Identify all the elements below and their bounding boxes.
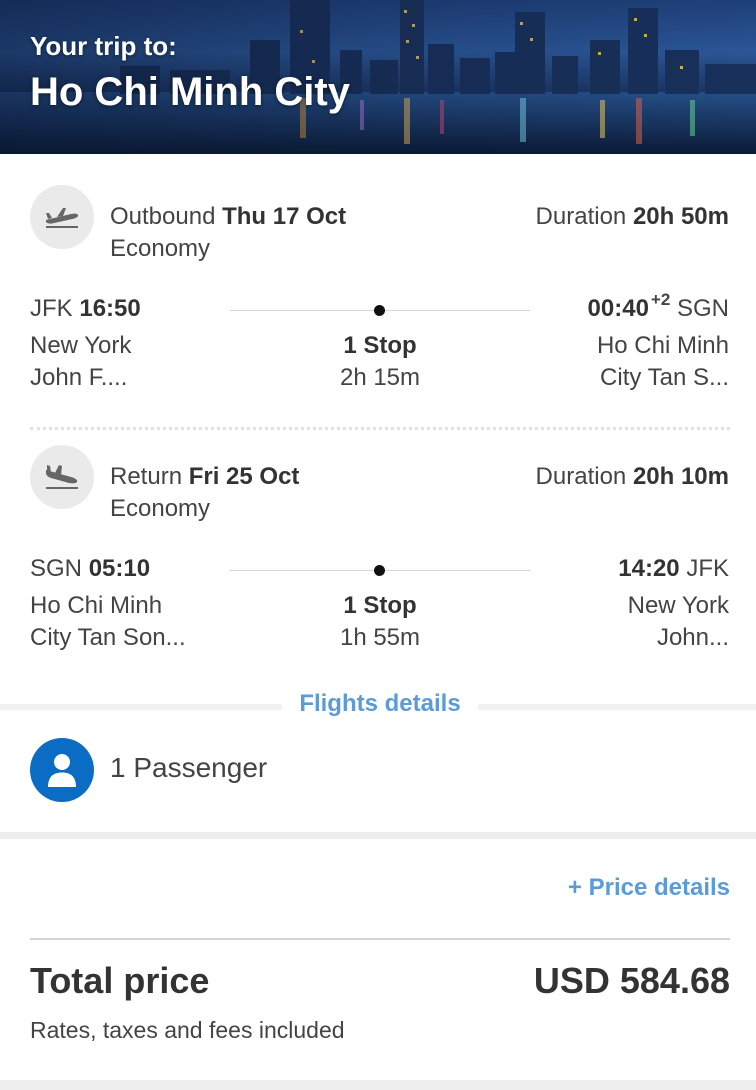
outbound-label: Outbound — [110, 203, 216, 230]
outbound-arrive-code: SGN — [676, 295, 729, 322]
outbound-depart-code: JFK — [30, 295, 73, 322]
return-duration-value: 20h 10m — [632, 463, 729, 490]
trip-header-banner: Your trip to: Ho Chi Minh City — [0, 0, 756, 154]
return-route-line — [230, 565, 530, 576]
return-arrival-time: 14:20 JFK — [618, 555, 729, 583]
total-price-value: USD 584.68 — [533, 960, 730, 1001]
outbound-depart-city: New York — [30, 332, 132, 359]
price-details-link[interactable]: + Price details — [568, 874, 730, 902]
fees-note: Rates, taxes and fees included — [30, 1017, 345, 1043]
plane-landing-icon — [30, 445, 94, 509]
return-title: Return Fri 25 Oct — [110, 463, 299, 491]
user-icon — [30, 738, 94, 802]
outbound-stop-duration: 2h 15m — [339, 364, 421, 391]
stop-dot — [374, 305, 385, 316]
duration-label: Duration — [535, 203, 627, 230]
outbound-duration: Duration 20h 50m — [536, 203, 729, 231]
day-offset-badge: +2 — [650, 290, 671, 309]
bottom-separator — [0, 1080, 756, 1090]
outbound-date: Thu 17 Oct — [222, 203, 347, 230]
plane-takeoff-icon — [30, 185, 94, 249]
outbound-arrival-time: 00:40 +2 SGN — [587, 290, 729, 323]
return-arrive-city: New York — [627, 592, 729, 619]
outbound-depart-airport: John F.... — [30, 364, 128, 391]
outbound-arrive-time: 00:40 — [587, 295, 649, 322]
outbound-depart-time: 16:50 — [79, 295, 141, 322]
total-price-label: Total price — [30, 960, 210, 1001]
return-duration: Duration 20h 10m — [536, 463, 729, 491]
outbound-route-line — [230, 305, 530, 316]
return-depart-city: Ho Chi Minh — [30, 592, 163, 619]
outbound-cabin: Economy — [110, 235, 211, 262]
outbound-stops: 1 Stop — [343, 332, 417, 359]
outbound-arrive-city: Ho Chi Minh — [596, 332, 729, 359]
return-arrive-airport: John... — [656, 624, 729, 651]
outbound-departure-time: JFK 16:50 — [30, 295, 141, 323]
outbound-duration-value: 20h 50m — [632, 203, 729, 230]
section-separator — [0, 832, 756, 839]
return-label: Return — [110, 463, 183, 490]
return-depart-airport: City Tan Son... — [30, 624, 186, 651]
trip-pretitle: Your trip to: — [30, 31, 177, 61]
return-depart-time: 05:10 — [88, 555, 151, 582]
destination-city-title: Ho Chi Minh City — [30, 70, 350, 114]
return-date: Fri 25 Oct — [188, 463, 300, 490]
flights-details-divider-left — [0, 704, 282, 710]
return-depart-code: SGN — [30, 555, 83, 582]
return-arrive-time: 14:20 — [618, 555, 680, 582]
return-cabin: Economy — [110, 495, 211, 522]
return-stops: 1 Stop — [343, 592, 417, 619]
outbound-title: Outbound Thu 17 Oct — [110, 203, 346, 231]
stop-dot — [374, 565, 385, 576]
flights-details-link[interactable]: Flights details — [282, 690, 478, 718]
duration-label: Duration — [535, 463, 627, 490]
flights-details-divider-right — [478, 704, 756, 710]
return-departure-time: SGN 05:10 — [30, 555, 150, 583]
passenger-count: 1 Passenger — [110, 752, 268, 783]
price-divider — [30, 938, 730, 940]
return-arrive-code: JFK — [686, 555, 729, 582]
outbound-arrive-airport: City Tan S... — [600, 364, 729, 391]
leg-divider — [30, 427, 730, 430]
return-stop-duration: 1h 55m — [339, 624, 421, 651]
